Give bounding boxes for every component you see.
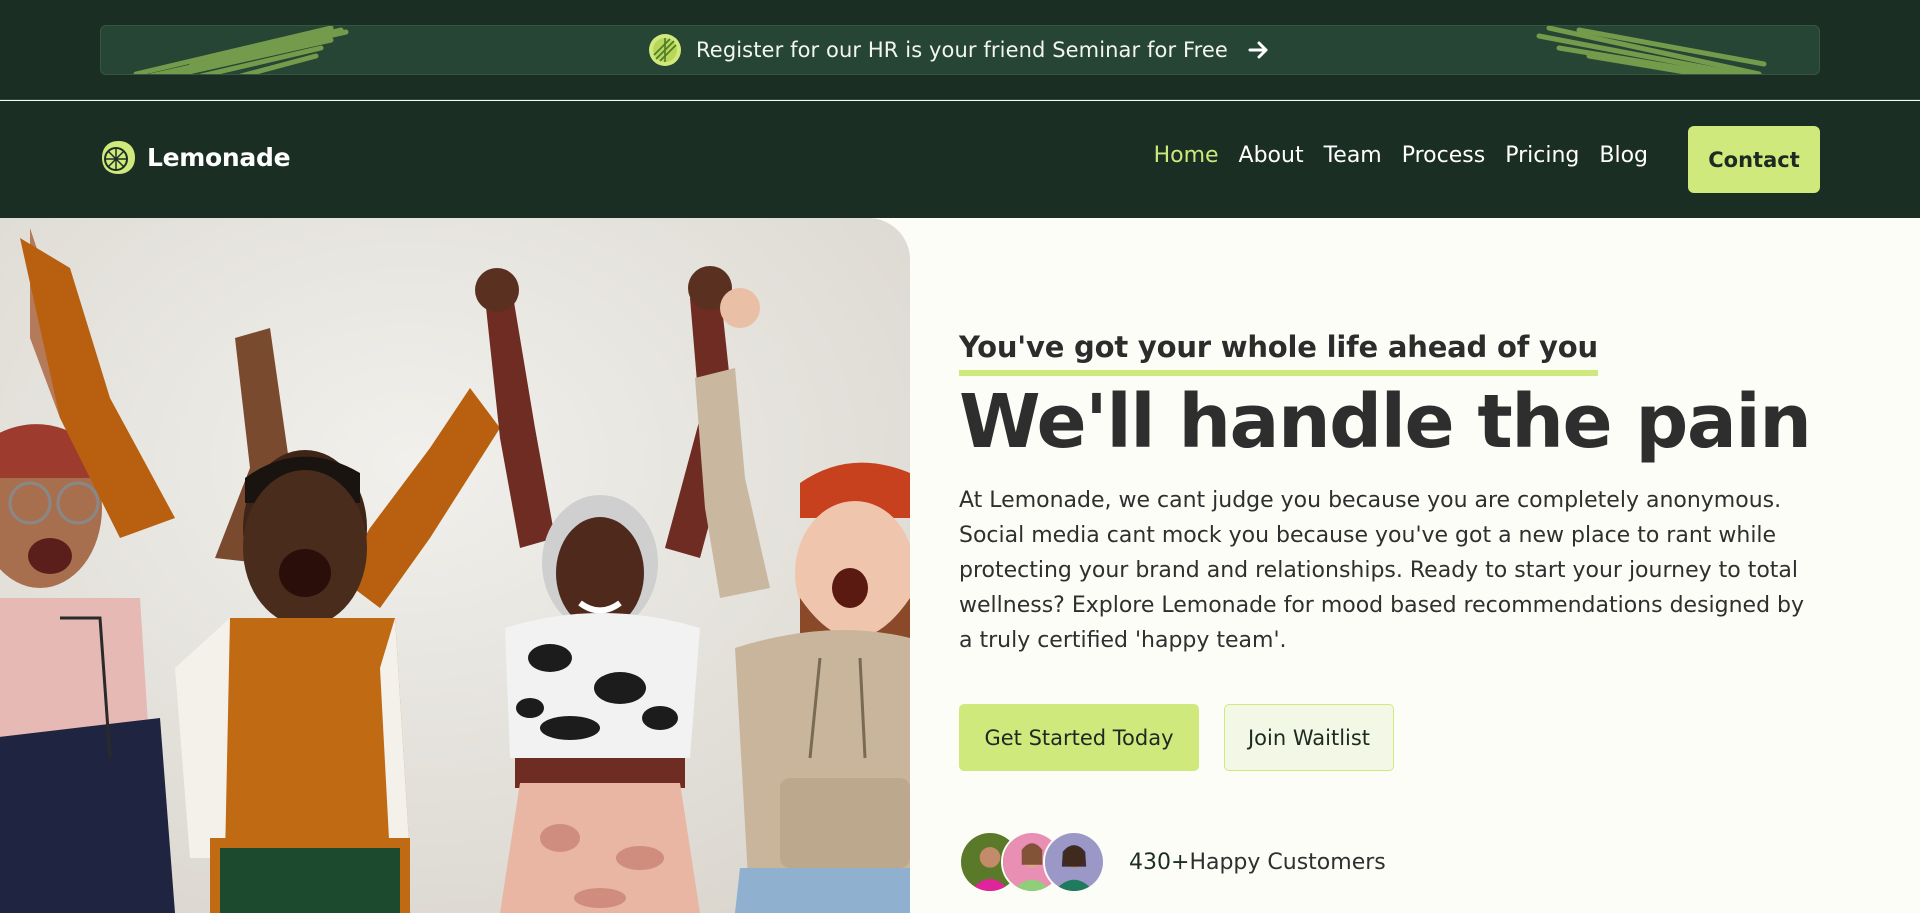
nav-link-home[interactable]: Home — [1154, 143, 1219, 168]
logo-text: Lemonade — [147, 143, 291, 172]
customers-count: 430+ — [1129, 849, 1190, 875]
hero-image — [0, 218, 910, 913]
hero-content: You've got your whole life ahead of you … — [959, 330, 1819, 894]
lemon-icon — [102, 141, 135, 174]
customer-avatars — [959, 831, 1105, 894]
hero-illustration — [0, 218, 910, 913]
hero-cta-group: Get Started Today Join Waitlist — [959, 704, 1819, 772]
join-waitlist-button[interactable]: Join Waitlist — [1224, 704, 1394, 772]
customers-label: Happy Customers — [1189, 849, 1386, 875]
banner-decoration-left — [133, 26, 349, 74]
hero-description: At Lemonade, we cant judge you because y… — [959, 488, 1805, 654]
main-navigation: Lemonade Home About Team Process Pricing… — [0, 101, 1920, 218]
contact-button[interactable]: Contact — [1688, 126, 1820, 193]
nav-link-pricing[interactable]: Pricing — [1505, 143, 1579, 168]
nav-link-blog[interactable]: Blog — [1599, 143, 1648, 168]
hero-headline: We'll handle the pain — [959, 379, 1812, 465]
lemon-slice-icon — [649, 34, 682, 66]
banner-decoration-right — [1536, 26, 1767, 74]
nav-link-about[interactable]: About — [1239, 143, 1304, 168]
customers-stat: 430+Happy Customers — [1129, 850, 1386, 875]
get-started-button[interactable]: Get Started Today — [959, 704, 1199, 772]
nav-link-team[interactable]: Team — [1324, 143, 1382, 168]
banner-text: Register for our HR is your friend Semin… — [696, 38, 1228, 62]
seminar-banner-link[interactable]: Register for our HR is your friend Semin… — [100, 25, 1820, 75]
avatar — [1043, 831, 1105, 894]
nav-link-process[interactable]: Process — [1402, 143, 1485, 168]
happy-customers: 430+Happy Customers — [959, 831, 1819, 894]
arrow-right-icon — [1248, 41, 1268, 59]
announcement-bar: Register for our HR is your friend Semin… — [0, 0, 1920, 100]
hero-eyebrow: You've got your whole life ahead of you — [959, 330, 1598, 376]
logo-link[interactable]: Lemonade — [100, 139, 291, 176]
nav-links: Home About Team Process Pricing Blog — [1154, 143, 1648, 168]
